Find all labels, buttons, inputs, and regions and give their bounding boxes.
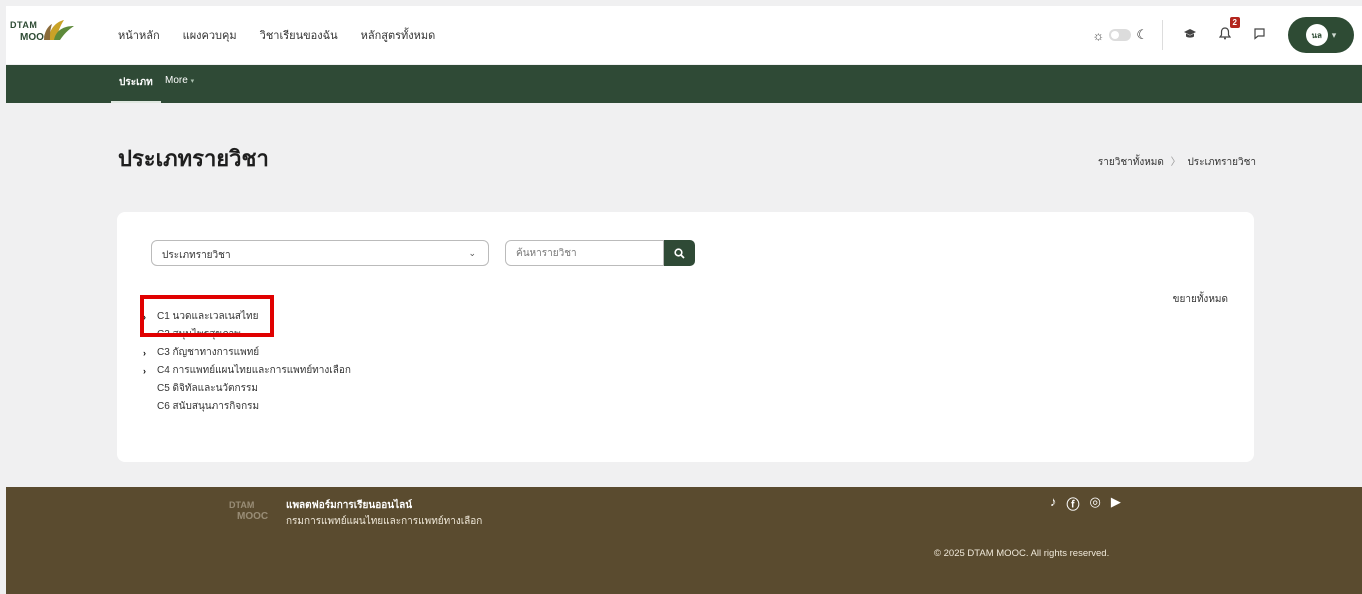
breadcrumb-all-courses[interactable]: รายวิชาทั้งหมด [1098, 157, 1164, 168]
chevron-down-icon: ⌄ [468, 248, 476, 258]
chevron-down-icon: ▾ [1331, 29, 1337, 40]
page-title: ประเภทรายวิชา [118, 146, 269, 171]
instagram-icon[interactable]: ◎ [1090, 494, 1101, 513]
breadcrumb-current: ประเภทรายวิชา [1187, 157, 1256, 168]
divider [1162, 20, 1163, 50]
category-item-c4[interactable]: › C4 การแพทย์แผนไทยและการแพทย์ทางเลือก [143, 362, 351, 380]
footer-logo-line2: MOOC [237, 511, 269, 522]
secondary-nav: ประเภท More ▾ [6, 65, 1362, 103]
highlight-box [140, 295, 274, 337]
main-nav: หน้าหลัก แผงควบคุม วิชาเรียนของฉัน หลักส… [118, 26, 458, 44]
copyright: © 2025 DTAM MOOC. All rights reserved. [934, 548, 1110, 559]
theme-toggle[interactable] [1109, 29, 1132, 41]
logo-line1: DTAM [10, 20, 38, 30]
category-item-c5[interactable]: C5 ดิจิทัลและนวัตกรรม [143, 380, 351, 398]
nav-all-programs[interactable]: หลักสูตรทั้งหมด [361, 26, 436, 44]
avatar: นล [1305, 24, 1328, 46]
bell-icon[interactable]: 2 [1218, 17, 1240, 43]
nav-home[interactable]: หน้าหลัก [118, 26, 160, 44]
tiktok-icon[interactable]: ♪ [1050, 494, 1057, 513]
moon-icon: ☾ [1136, 27, 1148, 42]
category-item-c6[interactable]: C6 สนับสนุนภารกิจกรม [143, 398, 351, 416]
footer-subtitle: กรมการแพทย์แผนไทยและการแพทย์ทางเลือก [286, 516, 483, 527]
footer-title: แพลตฟอร์มการเรียนออนไลน์ [286, 500, 413, 511]
top-navbar: DTAM MOOC หน้าหลัก แผงควบคุม วิชาเรียนขอ… [6, 6, 1362, 64]
nav-my-courses[interactable]: วิชาเรียนของฉัน [260, 26, 338, 44]
nav-dashboard[interactable]: แผงควบคุม [183, 26, 237, 44]
category-label[interactable]: C6 สนับสนุนภารกิจกรม [157, 398, 259, 416]
expand-all-link[interactable]: ขยายทั้งหมด [1173, 292, 1228, 307]
header-tools: ☼ ☾ 2 นล ▾ [1092, 6, 1354, 64]
category-select[interactable]: ประเภทรายวิชา ⌄ [151, 240, 489, 266]
category-item-c3[interactable]: › C3 กัญชาทางการแพทย์ [143, 344, 351, 362]
breadcrumb-separator-icon: 〉 [1170, 157, 1181, 168]
youtube-icon[interactable]: ▶ [1111, 494, 1121, 513]
tab-category[interactable]: ประเภท [111, 75, 161, 103]
sun-icon: ☼ [1092, 27, 1105, 43]
breadcrumb: รายวิชาทั้งหมด 〉 ประเภทรายวิชา [1098, 153, 1256, 170]
search-input[interactable] [505, 240, 664, 266]
category-label[interactable]: C5 ดิจิทัลและนวัตกรรม [157, 380, 258, 398]
chevron-right-icon[interactable]: › [143, 344, 157, 362]
user-menu[interactable]: นล ▾ [1288, 17, 1354, 53]
category-card: ประเภทรายวิชา ⌄ ขยายทั้งหมด ›C1 นวดและเว… [117, 212, 1254, 462]
chat-icon[interactable] [1253, 27, 1266, 43]
facebook-icon[interactable]: ⓕ [1067, 494, 1080, 513]
search-icon [674, 247, 685, 259]
dtam-mooc-logo[interactable]: DTAM MOOC [10, 18, 80, 52]
leaf-icon [44, 20, 74, 40]
more-label: More [165, 75, 188, 86]
search-button[interactable] [664, 240, 695, 266]
chevron-right-icon[interactable]: › [143, 362, 157, 380]
notification-badge: 2 [1229, 17, 1240, 28]
category-label[interactable]: C4 การแพทย์แผนไทยและการแพทย์ทางเลือก [157, 362, 351, 380]
social-links: ♪ ⓕ ◎ ▶ [1050, 494, 1121, 513]
theme-switch[interactable]: ☼ ☾ [1092, 27, 1148, 43]
category-select-value: ประเภทรายวิชา [162, 250, 231, 261]
tab-more[interactable]: More ▾ [165, 75, 194, 86]
category-label[interactable]: C3 กัญชาทางการแพทย์ [157, 344, 259, 362]
footer: DTAM MOOC แพลตฟอร์มการเรียนออนไลน์ กรมกา… [6, 487, 1362, 594]
footer-logo-line1: DTAM [229, 500, 255, 510]
chevron-down-icon: ▾ [190, 78, 195, 85]
graduation-cap-icon[interactable] [1183, 27, 1197, 43]
